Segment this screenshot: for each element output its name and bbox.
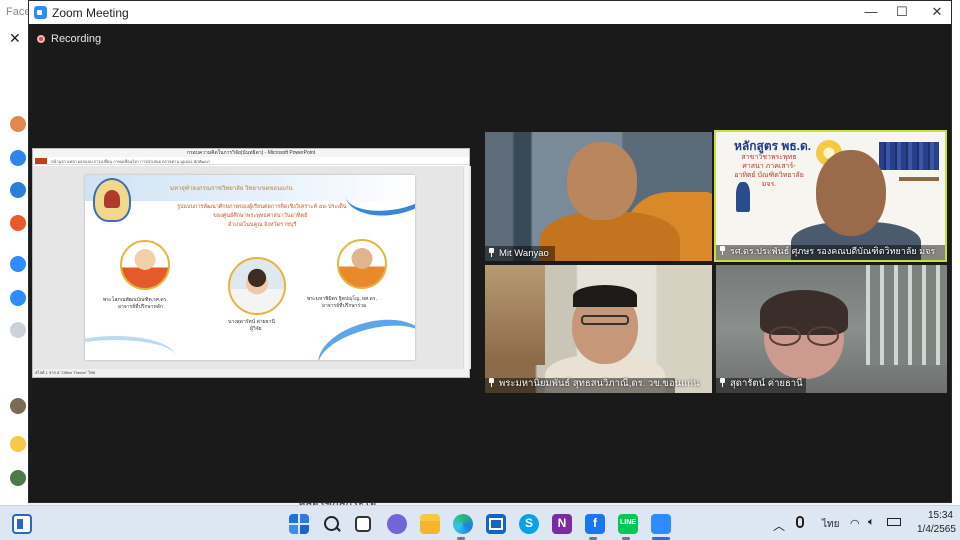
recording-dot-icon — [37, 35, 45, 43]
memories-icon[interactable] — [10, 182, 26, 198]
profile-icon[interactable] — [10, 116, 26, 132]
video-content — [769, 326, 839, 346]
participant-name: สุดารัตน์ ค่ายธานี — [719, 376, 803, 391]
volume-icon[interactable]: 🔈︎ — [868, 516, 875, 529]
participant-name: รศ.ดร.ประพันธ์ ศุภษร รองคณบดีบัณฑิตวิทยา… — [719, 244, 935, 258]
close-icon[interactable]: ✕ — [9, 30, 21, 47]
friends-icon[interactable] — [10, 150, 26, 166]
shared-screen[interactable]: กรอบความคิดในการวิจัย(นันทธิดา) - Micros… — [32, 148, 471, 378]
start-icon[interactable] — [289, 514, 309, 534]
wifi-icon[interactable]: ◠ — [850, 517, 860, 530]
edge-browser-icon[interactable] — [453, 514, 473, 534]
chevron-up-icon[interactable]: ︿ — [773, 517, 785, 534]
powerpoint-status-bar: สไลด์ 1 จาก 8 "Office Theme" ไทย — [33, 369, 469, 377]
video-content — [573, 285, 637, 307]
clock-time: 15:34 — [927, 510, 953, 521]
ribbon-tabs: หน้าแรก แทรก ออกแบบ การเปลี่ยน ภาพเคลื่อ… — [51, 159, 210, 164]
facebook-icon[interactable]: f — [585, 514, 605, 534]
participant-name: พระมหานิยมพันธ์ สุทธสนวิภาณี,ดร. วข.ขอนแ… — [488, 376, 699, 391]
file-tab — [35, 158, 47, 164]
pin-icon — [488, 248, 495, 257]
zoom-app-icon[interactable] — [651, 514, 671, 534]
advisor-portrait — [120, 240, 170, 290]
participant-video-4[interactable]: สุดารัตน์ ค่ายธานี — [716, 265, 947, 393]
researcher-portrait — [228, 257, 286, 315]
powerpoint-title: กรอบความคิดในการวิจัย(นันทธิดา) - Micros… — [33, 149, 469, 157]
microphone-icon[interactable] — [796, 516, 804, 528]
slide: มหาจุฬาลงกรณราชวิทยาลัย วิทยาเขตขอนแก่น … — [85, 175, 415, 360]
marketplace-icon[interactable] — [10, 256, 26, 272]
powerpoint-workarea: มหาจุฬาลงกรณราชวิทยาลัย วิทยาเขตขอนแก่น … — [33, 166, 471, 369]
powerpoint-ribbon: หน้าแรก แทรก ออกแบบ การเปลี่ยน ภาพเคลื่อ… — [33, 157, 469, 165]
clock[interactable]: 15:34 1/4/2565 — [917, 509, 956, 537]
pin-icon — [488, 378, 495, 387]
video-content — [581, 315, 629, 325]
groups-icon[interactable] — [10, 290, 26, 306]
pin-icon — [719, 246, 726, 255]
emoji-icon[interactable] — [10, 436, 26, 452]
skype-icon[interactable]: S — [519, 514, 539, 534]
clock-date: 1/4/2565 — [917, 524, 956, 535]
recording-label: Recording — [51, 33, 102, 45]
slide-decoration — [311, 308, 415, 360]
onenote-icon[interactable]: N — [552, 514, 572, 534]
shortcut-avatar-2[interactable] — [10, 470, 26, 486]
mail-icon[interactable] — [486, 514, 506, 534]
participant-video-1[interactable]: Mit Wanyao — [485, 132, 712, 261]
video-content — [866, 265, 947, 365]
language-indicator[interactable]: ไทย — [822, 517, 839, 532]
widgets-icon[interactable] — [12, 514, 32, 534]
file-explorer-icon[interactable] — [420, 514, 440, 534]
co-advisor-role: อาจารย์ที่ปรึกษาร่วม — [322, 303, 367, 309]
researcher-role: ผู้วิจัย — [250, 326, 262, 332]
powerpoint-scrollbar[interactable] — [463, 166, 469, 369]
line-app-icon[interactable]: LINE — [618, 514, 638, 534]
maximize-button[interactable]: ☐ — [891, 4, 913, 20]
co-advisor-portrait — [337, 239, 387, 289]
facebook-right-strip — [952, 0, 960, 505]
window-title: Zoom Meeting — [52, 6, 129, 20]
slide-title-line2: ของศูนย์ศึกษาพระพุทธศาสนาวันอาทิตย์ — [213, 213, 308, 219]
participant-name: Mit Wanyao — [488, 248, 549, 259]
shortcut-avatar[interactable] — [10, 398, 26, 414]
slide-title-line3: อำเภอโนนคูณ จังหวัดราชบุรี — [228, 222, 297, 228]
slide-title-line1: รูปแบบการพัฒนาศักยภาพของผู้เรียนต่อการคิ… — [177, 204, 347, 210]
video-content — [899, 177, 939, 181]
minimize-button[interactable]: — — [860, 4, 882, 19]
video-content — [567, 142, 637, 220]
video-content — [736, 182, 750, 212]
video-content — [816, 150, 886, 236]
task-view-icon[interactable] — [355, 516, 371, 532]
pin-icon — [719, 378, 726, 387]
university-emblem-icon — [93, 178, 131, 222]
see-more-icon[interactable] — [10, 322, 26, 338]
slide-decoration — [85, 336, 175, 360]
search-icon[interactable] — [322, 514, 342, 534]
participant-video-3[interactable]: พระมหานิยมพันธ์ สุทธสนวิภาณี,ดร. วข.ขอนแ… — [485, 265, 712, 393]
facebook-sidebar: Faceb ✕ — [0, 0, 37, 505]
pages-icon[interactable] — [10, 215, 26, 231]
close-button[interactable]: ✕ — [926, 4, 948, 20]
zoom-window: Zoom Meeting — ☐ ✕ Recording กรอบความคิด… — [28, 0, 952, 503]
video-content — [485, 265, 545, 365]
taskbar: S N f LINE ︿ ไทย ◠ 🔈︎ 15:34 1/4/2565 — [0, 505, 960, 540]
advisor-role: อาจารย์ที่ปรึกษาหลัก — [118, 304, 163, 310]
participant-video-2-active-speaker[interactable]: หลักสูตร พธ.ด. สาขาวิชาพระพุทธศาสนา ภาคเ… — [714, 130, 947, 262]
chat-icon[interactable] — [387, 514, 407, 534]
battery-icon[interactable] — [887, 518, 901, 526]
title-bar[interactable]: Zoom Meeting — ☐ ✕ — [29, 1, 951, 24]
zoom-logo-icon — [34, 6, 47, 19]
video-content — [879, 142, 939, 170]
slide-header: มหาจุฬาลงกรณราชวิทยาลัย วิทยาเขตขอนแก่น — [170, 186, 293, 192]
recording-indicator[interactable]: Recording — [37, 33, 101, 45]
slide-decoration — [341, 175, 415, 222]
